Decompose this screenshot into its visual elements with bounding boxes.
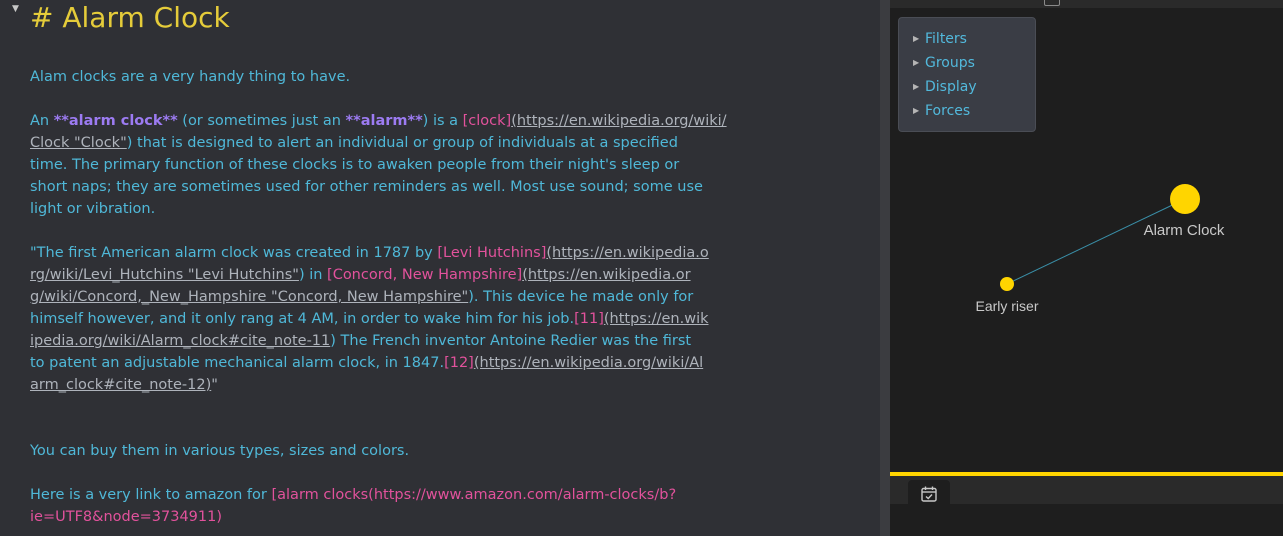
paragraph-line: himself however, and it only rang at 4 A…: [30, 311, 709, 327]
paragraph-line: Alam clocks are a very handy thing to ha…: [30, 69, 351, 85]
markdown-editor[interactable]: ▼ # Alarm Clock Alam clocks are a very h…: [0, 0, 880, 536]
paragraph-line: rg/wiki/Levi_Hutchins "Levi Hutchins") i…: [30, 267, 691, 283]
calendar-tab[interactable]: [908, 480, 950, 508]
caret-right-icon: ▶: [913, 106, 920, 115]
link-url[interactable]: (https://en.wik: [604, 311, 709, 327]
paragraph-line: to patent an adjustable mechanical alarm…: [30, 355, 704, 371]
link-text[interactable]: [clock]: [463, 113, 512, 129]
bottom-pane: [890, 476, 1283, 536]
paragraph-line: g/wiki/Concord,_New_Hampshire "Concord, …: [30, 289, 694, 305]
graph-link: [1006, 198, 1186, 285]
link-url[interactable]: (https://en.wikipedia.org/wiki/: [511, 113, 726, 129]
link-url[interactable]: (https://en.wikipedia.org/wiki/Al: [474, 355, 703, 371]
fold-arrow-icon[interactable]: ▼: [12, 4, 19, 14]
link-text[interactable]: [12]: [444, 355, 474, 371]
link-url[interactable]: Clock "Clock": [30, 135, 127, 151]
bottom-tab-bar: [890, 476, 1283, 508]
graph-controls-panel: ▶ Filters ▶ Groups ▶ Display ▶ Forces: [898, 17, 1036, 132]
filters-section-toggle[interactable]: ▶ Filters: [899, 27, 1035, 51]
paragraph-line: time. The primary function of these cloc…: [30, 157, 680, 173]
app-window: ▼ # Alarm Clock Alam clocks are a very h…: [0, 0, 1283, 536]
caret-right-icon: ▶: [913, 34, 920, 43]
link-url[interactable]: arm_clock#cite_note-12): [30, 377, 211, 393]
paragraph-line: You can buy them in various types, sizes…: [30, 443, 410, 459]
caret-right-icon: ▶: [913, 58, 920, 67]
link-text[interactable]: [alarm clocks(https://www.amazon.com/ala…: [271, 487, 676, 503]
link-url[interactable]: g/wiki/Concord,_New_Hampshire "Concord, …: [30, 289, 468, 305]
page-title: # Alarm Clock: [30, 1, 230, 34]
paragraph-line: "The first American alarm clock was crea…: [30, 245, 709, 261]
graph-node-label: Early riser: [975, 298, 1038, 314]
graph-view[interactable]: Alarm Clock Early riser ▶ Filters ▶ Groups…: [890, 0, 1283, 472]
display-section-toggle[interactable]: ▶ Display: [899, 75, 1035, 99]
paragraph-line: ie=UTF8&node=3734911): [30, 506, 222, 528]
link-url[interactable]: (https://en.wikipedia.or: [522, 267, 690, 283]
paragraph-line: short naps; they are sometimes used for …: [30, 179, 703, 195]
link-text[interactable]: [Concord, New Hampshire]: [327, 267, 522, 283]
editor-scrollbar[interactable]: [880, 0, 890, 536]
paragraph-line: An **alarm clock** (or sometimes just an…: [30, 113, 727, 129]
forces-section-toggle[interactable]: ▶ Forces: [899, 99, 1035, 123]
link-text[interactable]: [Levi Hutchins]: [437, 245, 546, 261]
link-text[interactable]: ie=UTF8&node=3734911): [30, 509, 222, 525]
link-url[interactable]: (https://en.wikipedia.o: [546, 245, 708, 261]
caret-right-icon: ▶: [913, 82, 920, 91]
calendar-check-icon: [921, 486, 937, 502]
link-url[interactable]: rg/wiki/Levi_Hutchins "Levi Hutchins": [30, 267, 299, 283]
paragraph-line: Here is a very link to amazon for [alarm…: [30, 487, 677, 503]
graph-node-early-riser[interactable]: [1000, 277, 1014, 291]
paragraph-line: Clock "Clock") that is designed to alert…: [30, 135, 678, 151]
graph-node-label: Alarm Clock: [1144, 222, 1225, 239]
link-url[interactable]: ipedia.org/wiki/Alarm_clock#cite_note-11: [30, 333, 330, 349]
graph-node-alarm-clock[interactable]: [1170, 184, 1200, 214]
paragraph-line: ipedia.org/wiki/Alarm_clock#cite_note-11…: [30, 333, 692, 349]
link-text[interactable]: [11]: [574, 311, 604, 327]
groups-section-toggle[interactable]: ▶ Groups: [899, 51, 1035, 75]
paragraph-line: light or vibration.: [30, 201, 156, 217]
paragraph-line: arm_clock#cite_note-12)": [30, 377, 218, 393]
